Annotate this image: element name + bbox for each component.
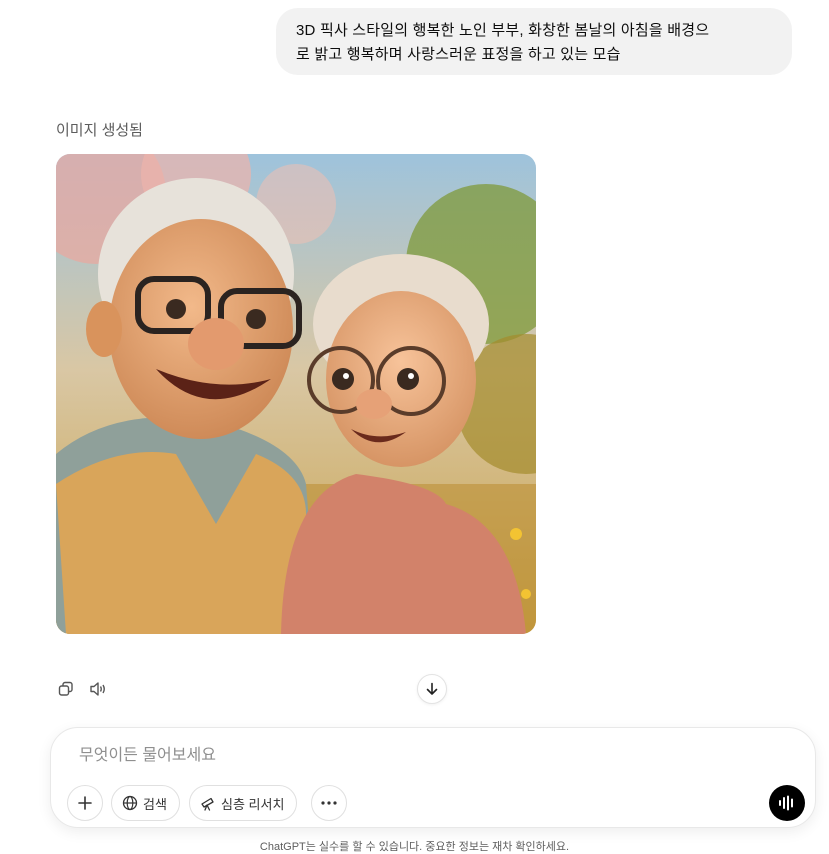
user-message-line-2: 로 밝고 행복하며 사랑스러운 표정을 하고 있는 모습 <box>296 46 621 63</box>
globe-icon <box>122 795 138 811</box>
deep-research-button-label: 심층 리서치 <box>221 796 285 812</box>
more-tools-button[interactable] <box>311 785 347 821</box>
arrow-down-icon <box>426 682 438 695</box>
user-message-bubble: 3D 픽사 스타일의 행복한 노인 부부, 화창한 봄날의 아침을 배경으 로 … <box>276 8 792 75</box>
prompt-input[interactable] <box>77 742 681 770</box>
disclaimer-text: ChatGPT는 실수를 할 수 있습니다. 중요한 정보는 재차 확인하세요. <box>259 841 570 853</box>
read-aloud-button[interactable] <box>87 678 109 700</box>
image-generated-label: 이미지 생성됨 <box>56 122 143 139</box>
user-message-line-1: 3D 픽사 스타일의 행복한 노인 부부, 화창한 봄날의 아침을 배경으 <box>296 22 710 39</box>
copy-icon <box>58 681 73 696</box>
plus-icon <box>78 796 92 810</box>
composer: 검색 심층 리서치 <box>50 727 816 828</box>
telescope-icon <box>201 797 214 811</box>
speaker-icon <box>90 682 105 696</box>
generated-image[interactable] <box>56 154 536 634</box>
search-button[interactable]: 검색 <box>111 785 180 821</box>
deep-research-button[interactable]: 심층 리서치 <box>189 785 298 821</box>
scroll-to-bottom-button[interactable] <box>417 674 447 704</box>
ellipsis-icon <box>321 801 337 805</box>
message-actions <box>55 678 109 700</box>
search-button-label: 검색 <box>143 796 167 812</box>
voice-waveform-icon <box>779 795 793 811</box>
add-attachment-button[interactable] <box>67 785 103 821</box>
voice-mode-button[interactable] <box>769 785 805 821</box>
generated-image-illustration <box>56 154 536 634</box>
copy-button[interactable] <box>55 678 77 700</box>
